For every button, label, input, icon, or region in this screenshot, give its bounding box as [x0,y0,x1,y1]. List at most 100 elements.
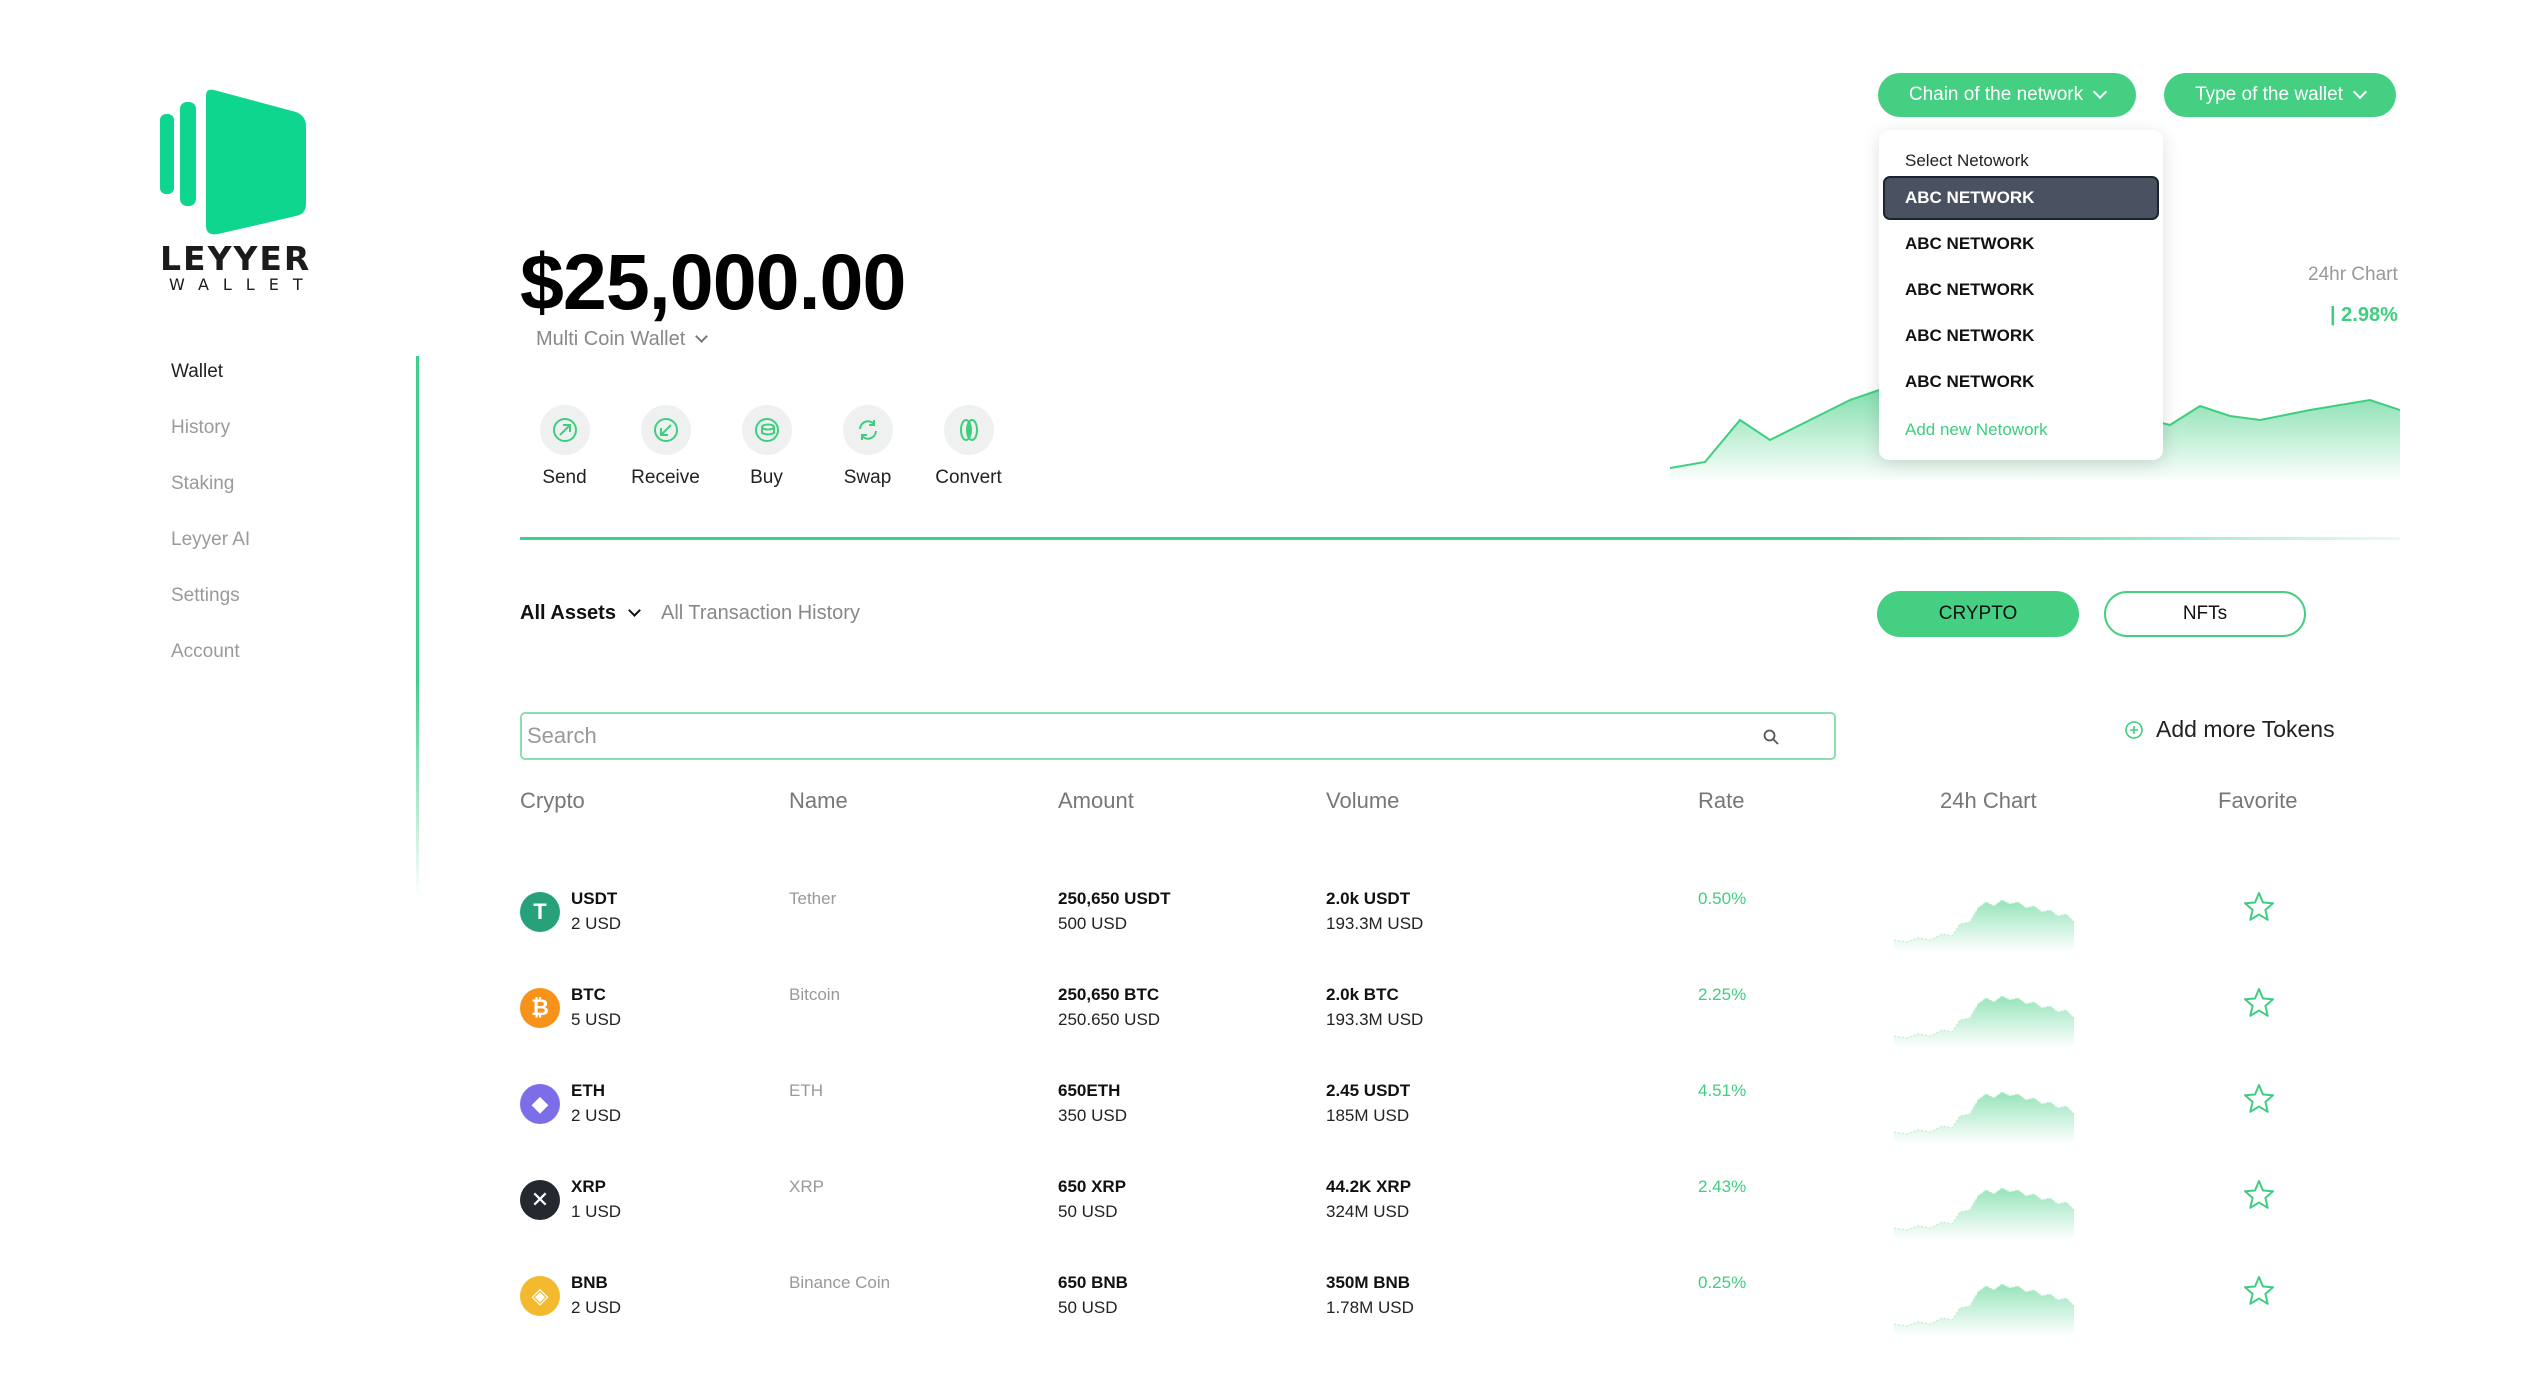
add-tokens-button[interactable]: Add more Tokens [2124,716,2335,743]
coin-amount: 650 BNB [1058,1273,1128,1292]
xrp-icon: ✕ [520,1180,560,1220]
column-header-volume[interactable]: Volume [1326,788,1399,814]
overview-chart-label: 24hr Chart [2308,264,2398,285]
star-icon[interactable] [2242,1178,2276,1212]
network-option[interactable]: ABC NETWORK [1883,268,2159,312]
swap-label: Swap [843,467,892,488]
star-icon[interactable] [2242,890,2276,924]
swap-button[interactable]: Swap [817,405,918,489]
send-icon [539,405,590,455]
coin-volume-usd: 193.3M USD [1326,914,1424,933]
column-header-rate[interactable]: Rate [1698,788,1744,814]
coin-amount: 250,650 BTC [1058,985,1160,1004]
wallet-type-selector[interactable]: Multi Coin Wallet [536,328,709,351]
column-header-24h-chart[interactable]: 24h Chart [1940,788,2037,814]
convert-label: Convert [935,467,1002,488]
tether-icon: T [520,892,560,932]
search-icon[interactable] [1762,728,1780,746]
wallet-type-label: Type of the wallet [2195,84,2343,105]
table-row[interactable]: T USDT 2 USD Tether 250,650 USDT 500 USD 2.0k … [520,882,2400,978]
star-icon[interactable] [2242,1082,2276,1116]
coin-amount: 650ETH [1058,1081,1121,1100]
tab-all-assets[interactable]: All Assets [520,602,641,625]
buy-icon [741,405,792,455]
sidebar-item-history[interactable]: History [171,408,421,464]
network-dropdown-menu: Select Netowork ABC NETWORK ABC NETWORK … [1879,130,2163,460]
sidebar-item-settings[interactable]: Settings [171,576,421,632]
column-header-favorite[interactable]: Favorite [2218,788,2297,814]
sidebar-item-staking[interactable]: Staking [171,464,421,520]
section-divider [520,537,2400,540]
action-bar: Send Receive Buy Swap Convert [514,405,1019,489]
chevron-down-icon [628,604,641,617]
buy-label: Buy [750,467,783,488]
dropdown-title: Select Netowork [1905,151,2029,170]
coin-volume-usd: 1.78M USD [1326,1298,1414,1317]
sidebar-item-wallet[interactable]: Wallet [171,352,421,408]
wallet-type-dropdown-button[interactable]: Type of the wallet [2164,73,2396,117]
chain-network-dropdown-button[interactable]: Chain of the network [1878,73,2136,117]
coin-volume-usd: 185M USD [1326,1106,1410,1125]
overview-chart-change: | 2.98% [2330,304,2398,326]
coin-symbol: ETH [571,1081,605,1100]
coin-name: Bitcoin [789,985,841,1004]
column-header-amount[interactable]: Amount [1058,788,1134,814]
table-row[interactable]: ◆ ETH 2 USD ETH 650ETH 350 USD 2.45 USDT 185M U… [520,1074,2400,1170]
leyyer-logo-icon [160,89,306,235]
table-row[interactable]: ₿ BTC 5 USD Bitcoin 250,650 BTC 250.650 USD 2.… [520,978,2400,1074]
chevron-down-icon [695,330,709,343]
brand-subtitle: WALLET [169,275,317,294]
column-header-crypto[interactable]: Crypto [520,788,585,814]
coin-price: 2 USD [571,1106,622,1125]
network-option[interactable]: ABC NETWORK [1883,176,2159,220]
nfts-toggle-button[interactable]: NFTs [2104,591,2306,637]
sidebar-item-leyyer-ai[interactable]: Leyyer AI [171,520,421,576]
coin-amount-usd: 500 USD [1058,914,1127,933]
coin-symbol: BNB [571,1273,608,1292]
table-row[interactable]: ✕ XRP 1 USD XRP 650 XRP 50 USD 44.2K XRP 324M U… [520,1170,2400,1266]
send-button[interactable]: Send [514,405,615,489]
coin-volume: 44.2K XRP [1326,1177,1412,1196]
coin-name: XRP [789,1177,824,1196]
coin-volume: 2.0k BTC [1326,985,1399,1004]
sidebar-nav: Wallet History Staking Leyyer AI Setting… [171,352,421,688]
chevron-down-icon [2093,84,2108,100]
convert-icon [943,405,994,455]
star-icon[interactable] [2242,986,2276,1020]
coin-rate: 4.51% [1698,1081,1747,1100]
crypto-toggle-button[interactable]: CRYPTO [1877,591,2079,637]
add-tokens-label: Add more Tokens [2156,716,2335,742]
network-option[interactable]: ABC NETWORK [1883,222,2159,266]
search-input[interactable] [522,723,1742,749]
bnb-icon: ◈ [520,1276,560,1316]
swap-icon [842,405,893,455]
chain-network-label: Chain of the network [1908,84,2084,105]
coin-amount-usd: 250.650 USD [1058,1010,1161,1029]
coin-volume: 350M BNB [1326,1273,1411,1292]
add-network-link[interactable]: Add new Netowork [1905,412,2048,448]
coin-sparkline [1894,1283,2074,1336]
coin-name: Binance Coin [789,1273,891,1292]
coin-price: 5 USD [571,1010,622,1029]
plus-circle-icon [2125,720,2143,739]
sidebar-item-account[interactable]: Account [171,632,421,688]
tab-transaction-history[interactable]: All Transaction History [661,602,860,625]
convert-button[interactable]: Convert [918,405,1019,489]
coin-sparkline [1894,1091,2074,1144]
star-icon[interactable] [2242,1274,2276,1308]
column-header-name[interactable]: Name [789,788,848,814]
buy-button[interactable]: Buy [716,405,817,489]
coin-price: 1 USD [571,1202,622,1221]
sidebar-divider [416,356,419,896]
receive-button[interactable]: Receive [615,405,716,489]
network-option[interactable]: ABC NETWORK [1883,360,2159,404]
coin-sparkline [1894,1187,2074,1240]
receive-icon [640,405,691,455]
network-option[interactable]: ABC NETWORK [1883,314,2159,358]
coin-name: ETH [789,1081,823,1100]
table-row[interactable]: ◈ BNB 2 USD Binance Coin 650 BNB 50 USD 350M B… [520,1266,2400,1362]
coin-price: 2 USD [571,1298,622,1317]
brand-logo[interactable]: LEYYER WALLET [160,86,317,294]
receive-label: Receive [631,467,700,488]
coin-price: 2 USD [571,914,622,933]
